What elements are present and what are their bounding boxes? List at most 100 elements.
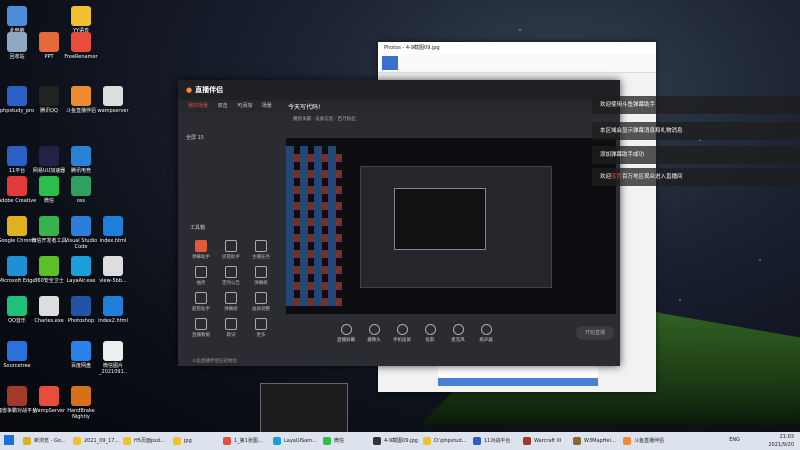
stream-info: 魔兽争霸 · 设备信息 · 百万粉丝 — [293, 117, 356, 122]
tool-label: 弹幕姬 — [254, 281, 268, 286]
desktop-icon-glyph — [71, 296, 91, 316]
tool-button[interactable]: 房管助手 — [218, 240, 244, 260]
tool-label: 抽奖 — [196, 281, 206, 286]
tool-icon — [195, 318, 207, 330]
tool-label: 超管助手 — [192, 307, 210, 312]
desktop-icon-label: wampserver — [97, 108, 129, 114]
desktop-icon[interactable]: index2.html — [92, 296, 134, 336]
app-logo-icon: ● — [186, 86, 193, 94]
tool-button[interactable]: 抽奖 — [188, 266, 214, 286]
tool-icon — [225, 240, 237, 252]
desktop-icon-glyph — [103, 341, 123, 361]
tool-button[interactable]: 弹幕姬 — [248, 266, 274, 286]
photos-title: Photos - 4-9截图09.jpg — [378, 42, 656, 54]
app-title: ● 直播伴侣 — [178, 80, 620, 100]
tool-icon — [225, 292, 237, 304]
desktop-icon-glyph — [7, 386, 27, 406]
source-button[interactable]: 直播屏幕 — [334, 324, 358, 343]
desktop-icon-glyph — [103, 216, 123, 236]
tab-0[interactable]: 我的场景 — [188, 103, 208, 109]
tool-button[interactable]: 主播任务 — [248, 240, 274, 260]
desktop-icon[interactable]: index.html — [92, 216, 134, 256]
clock[interactable]: 21:03 2021/9/20 — [768, 433, 794, 449]
tool-icon — [195, 292, 207, 304]
tool-button[interactable]: 直播数据 — [188, 318, 214, 338]
desktop-icon[interactable]: oss — [60, 176, 102, 216]
live-companion-window[interactable]: ● 直播伴侣 我的场景 双击 可添加 场景 今天写代码! 魔兽争霸 · 设备信息… — [178, 80, 620, 366]
desktop-icon[interactable]: view-5bb... — [92, 256, 134, 296]
desktop-icon[interactable]: Sourcetree — [0, 341, 38, 381]
tool-icon — [195, 240, 207, 252]
desktop-icon-glyph — [103, 256, 123, 276]
tab-3[interactable]: 场景 — [262, 103, 272, 109]
source-icon — [480, 324, 492, 335]
tool-label: 歌词 — [226, 333, 236, 338]
tool-button[interactable]: 歌词 — [218, 318, 244, 338]
tool-button[interactable]: 超管助手 — [188, 292, 214, 312]
danmaku-username: 蓝色 — [611, 174, 623, 180]
tool-label: 弹幕姬 — [224, 307, 238, 312]
scene-label[interactable]: 全屏 15 — [186, 134, 204, 141]
desktop-icon-glyph — [7, 341, 27, 361]
source-label: 扬声器 — [479, 338, 493, 343]
tool-icon — [225, 266, 237, 278]
photos-image-icon[interactable] — [382, 56, 398, 70]
tool-icon — [255, 240, 267, 252]
language-indicator[interactable]: ENG — [729, 437, 740, 443]
start-icon[interactable] — [4, 435, 14, 445]
desktop-icon[interactable]: wampserver — [92, 86, 134, 126]
desktop-icon[interactable]: FreeRenamer — [60, 32, 102, 72]
tool-label: 更多 — [256, 333, 266, 338]
status-text: 斗鱼直播伴侣已初始化 — [192, 359, 237, 364]
source-button[interactable]: 手机投屏 — [390, 324, 414, 343]
source-icon — [396, 324, 408, 335]
desktop-icon-glyph — [39, 216, 59, 236]
source-label: 麦克风 — [451, 338, 465, 343]
desktop-icon-glyph — [7, 6, 27, 26]
tool-button[interactable]: 弹幕姬 — [218, 292, 244, 312]
tool-icon — [255, 266, 267, 278]
desktop-icon-glyph — [7, 176, 27, 196]
desktop-icon-label: view-5bb... — [99, 278, 127, 284]
clock-date: 2021/9/20 — [768, 442, 794, 448]
tool-button[interactable]: 更多 — [248, 318, 274, 338]
stream-title[interactable]: 今天写代码! — [288, 102, 320, 111]
tab-1[interactable]: 双击 — [218, 103, 228, 109]
desktop-icon-label: Sourcetree — [3, 363, 31, 369]
tool-button[interactable]: 弹幕助手 — [188, 240, 214, 260]
source-label: 直播屏幕 — [337, 338, 355, 343]
desktop-icon-glyph — [7, 146, 27, 166]
source-label: 投影 — [425, 338, 435, 343]
desktop-icon-label: HandBrake Nightly — [67, 408, 95, 420]
taskbar-item[interactable]: 斗鱼直播伴侣 — [622, 435, 680, 447]
desktop-icon[interactable]: 微信图片_2021091.. — [92, 341, 134, 381]
desktop-icon-glyph — [71, 256, 91, 276]
clock-time: 21:03 — [779, 434, 794, 440]
danmaku-line-1: 欢迎使用斗鱼弹幕助手 — [592, 96, 800, 114]
desktop-icon-glyph — [103, 86, 123, 106]
tool-button[interactable]: 定时公告 — [218, 266, 244, 286]
desktop-icon[interactable]: HandBrake Nightly — [60, 386, 102, 426]
app-title-text: 直播伴侣 — [195, 86, 224, 94]
desktop-icon-glyph — [71, 386, 91, 406]
taskbar-window-thumbnail[interactable] — [260, 383, 348, 433]
desktop-icon-glyph — [39, 146, 59, 166]
desktop-icon-glyph — [71, 341, 91, 361]
source-button[interactable]: 扬声器 — [474, 324, 498, 343]
tab-2[interactable]: 可添加 — [237, 103, 252, 109]
desktop-icon-glyph — [39, 296, 59, 316]
tool-button[interactable]: 画质调整 — [248, 292, 274, 312]
source-button[interactable]: 麦克风 — [446, 324, 470, 343]
stream-preview — [286, 138, 616, 314]
desktop-icon-label: FreeRenamer — [64, 54, 98, 60]
danmaku-line-3: 添加弹幕助手成功 — [592, 146, 800, 164]
desktop-icon-glyph — [39, 86, 59, 106]
source-button[interactable]: 摄像头 — [362, 324, 386, 343]
left-panel: 全屏 15 工具箱 弹幕助手 房管助手 主播任务 抽奖 定时公告 弹幕姬 超管助手 弹幕姬 画质… — [178, 112, 283, 366]
desktop-icon-label: index2.html — [98, 318, 128, 324]
start-stream-button[interactable]: 开始直播 — [576, 326, 614, 340]
desktop-icon-glyph — [71, 32, 91, 52]
desktop-icon-glyph — [71, 216, 91, 236]
source-button[interactable]: 投影 — [418, 324, 442, 343]
desktop-icon-glyph — [39, 386, 59, 406]
